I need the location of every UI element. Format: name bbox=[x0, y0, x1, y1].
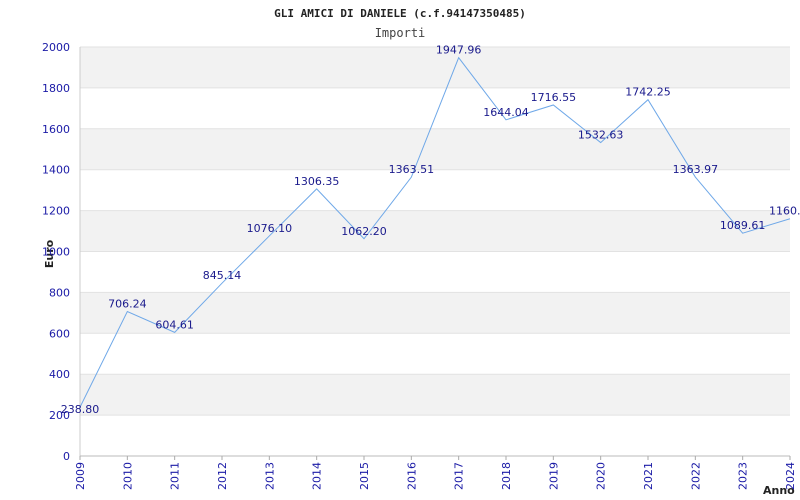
data-label: 1363.51 bbox=[389, 163, 435, 176]
x-tick-label: 2011 bbox=[169, 462, 182, 490]
data-label: 845.14 bbox=[203, 269, 242, 282]
y-tick-label: 2000 bbox=[42, 41, 70, 54]
y-tick-labels: 0200400600800100012001400160018002000 bbox=[42, 41, 70, 463]
data-label: 1076.10 bbox=[247, 222, 293, 235]
x-tick-label: 2021 bbox=[642, 462, 655, 490]
data-label: 1716.55 bbox=[531, 91, 577, 104]
line-chart: GLI AMICI DI DANIELE (c.f.94147350485) I… bbox=[42, 7, 800, 497]
x-tick-label: 2010 bbox=[121, 462, 134, 490]
y-tick-label: 1800 bbox=[42, 82, 70, 95]
data-label: 1306.35 bbox=[294, 175, 340, 188]
data-label: 1532.63 bbox=[578, 129, 624, 142]
grid-band bbox=[80, 210, 790, 252]
x-tick-label: 2015 bbox=[358, 462, 371, 490]
y-tick-label: 1600 bbox=[42, 123, 70, 136]
data-label: 1062.20 bbox=[341, 225, 387, 238]
y-tick-label: 0 bbox=[63, 450, 70, 463]
y-tick-label: 1200 bbox=[42, 205, 70, 218]
x-tick-label: 2017 bbox=[453, 462, 466, 490]
x-tick-label: 2019 bbox=[547, 462, 560, 490]
y-tick-label: 1400 bbox=[42, 164, 70, 177]
data-label: 1160.34 bbox=[769, 205, 800, 218]
y-tick-label: 400 bbox=[49, 368, 70, 381]
x-tick-label: 2014 bbox=[311, 462, 324, 490]
data-label: 1644.04 bbox=[483, 106, 529, 119]
x-tick-label: 2009 bbox=[74, 462, 87, 490]
data-label: 1089.61 bbox=[720, 219, 766, 232]
x-tick-label: 2023 bbox=[737, 462, 750, 490]
x-tick-label: 2022 bbox=[689, 462, 702, 490]
data-label: 1363.97 bbox=[673, 163, 719, 176]
x-tick-label: 2024 bbox=[784, 462, 797, 490]
x-tick-label: 2018 bbox=[500, 462, 513, 490]
data-label: 238.80 bbox=[61, 403, 100, 416]
y-tick-label: 800 bbox=[49, 286, 70, 299]
x-tick-label: 2016 bbox=[405, 462, 418, 490]
chart-subtitle: Importi bbox=[375, 26, 426, 40]
x-tick-label: 2012 bbox=[216, 462, 229, 490]
y-tick-label: 600 bbox=[49, 327, 70, 340]
y-tick-label: 1000 bbox=[42, 246, 70, 259]
x-tick-label: 2013 bbox=[263, 462, 276, 490]
chart-title: GLI AMICI DI DANIELE (c.f.94147350485) bbox=[274, 7, 526, 20]
data-label: 604.61 bbox=[155, 318, 194, 331]
data-label: 1742.25 bbox=[625, 86, 671, 99]
grid-bands bbox=[80, 47, 790, 416]
data-label: 1947.96 bbox=[436, 44, 482, 57]
data-label: 706.24 bbox=[108, 298, 147, 311]
grid-band bbox=[80, 374, 790, 416]
x-tick-labels: 2009 2010 2011 2012 2013 2014 2015 2016 2017 2018… bbox=[74, 462, 797, 490]
x-tick-label: 2020 bbox=[595, 462, 608, 490]
